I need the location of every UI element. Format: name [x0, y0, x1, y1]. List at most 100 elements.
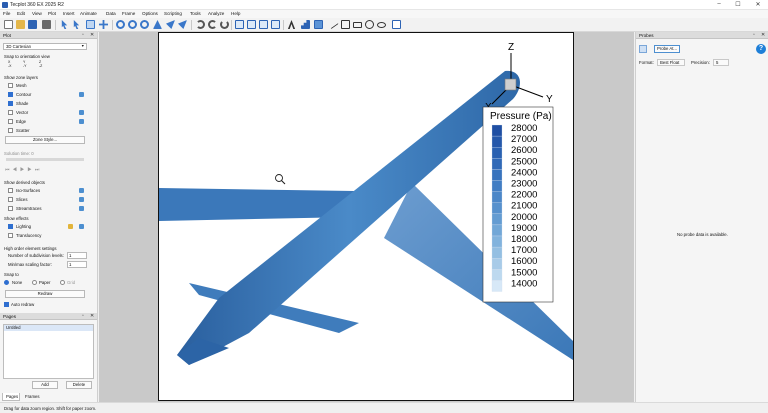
minimize-button[interactable]: – [712, 1, 726, 7]
lighting-checkbox[interactable] [8, 224, 13, 229]
slices-checkbox[interactable] [8, 197, 13, 202]
zoom-icon[interactable] [86, 20, 95, 29]
streamtraces-checkbox[interactable] [8, 206, 13, 211]
text-tool-icon[interactable] [287, 20, 296, 29]
line-icon[interactable] [328, 19, 339, 30]
translucency-checkbox[interactable] [8, 233, 13, 238]
slice-details-icon[interactable] [79, 197, 84, 202]
menu-file[interactable]: File [3, 11, 10, 16]
format-dropdown[interactable]: Best Float [657, 59, 685, 66]
vector-details-icon[interactable] [79, 110, 84, 115]
menu-tools[interactable]: Tools [190, 11, 201, 16]
circle-icon[interactable] [365, 20, 374, 29]
maximize-button[interactable]: ☐ [731, 1, 745, 8]
shade-checkbox[interactable] [8, 101, 13, 106]
tab-frames[interactable]: Frames [22, 393, 44, 401]
iso-details-icon[interactable] [79, 188, 84, 193]
contour-details-icon[interactable] [79, 92, 84, 97]
menu-data[interactable]: Data [106, 11, 116, 16]
orient-neg-x-button[interactable]: -X [8, 64, 12, 68]
rotate-right-icon[interactable] [208, 20, 217, 29]
add-page-button[interactable]: Add [32, 381, 58, 389]
open-folder-icon[interactable] [16, 20, 25, 29]
redraw-button[interactable]: Redraw [5, 290, 85, 298]
adjustor-icon[interactable] [73, 20, 80, 29]
stream-details-icon[interactable] [79, 206, 84, 211]
probe-at-button[interactable]: Probe At... [654, 45, 680, 53]
probe-icon[interactable] [639, 45, 647, 53]
menu-plot[interactable]: Plot [48, 11, 56, 16]
effects-details-icon[interactable] [79, 224, 84, 229]
delete-page-button[interactable]: Delete [66, 381, 92, 389]
auto-redraw-checkbox[interactable] [4, 302, 9, 307]
center-icon[interactable] [259, 20, 268, 29]
legend-level-label: 25000 [511, 156, 537, 167]
menu-help[interactable]: Help [231, 11, 240, 16]
mesh-checkbox[interactable] [8, 83, 13, 88]
menu-options[interactable]: Options [142, 11, 158, 16]
snap-none-radio[interactable] [4, 280, 9, 285]
menu-insert[interactable]: Insert [63, 11, 75, 16]
menu-view[interactable]: View [32, 11, 42, 16]
spherical-rotate-icon[interactable] [140, 20, 149, 29]
vector-checkbox[interactable] [8, 110, 13, 115]
pages-close-icon[interactable]: ✕ [90, 313, 94, 319]
save-icon[interactable] [28, 20, 37, 29]
plot-type-dropdown[interactable]: 3D Cartesian ▼ [3, 43, 87, 50]
solution-time-slider[interactable] [6, 158, 84, 161]
rotate-left-icon[interactable] [196, 20, 205, 29]
plot-frame[interactable]: Z Y X Pressure (Pa) 28000270002600025000… [158, 32, 574, 401]
float-icon[interactable]: ▫ [82, 32, 84, 38]
lighting-details-icon[interactable] [68, 224, 73, 229]
menu-frame[interactable]: Frame [122, 11, 135, 16]
iso-surfaces-checkbox[interactable] [8, 188, 13, 193]
new-file-icon[interactable] [4, 20, 13, 29]
fit-icon[interactable] [235, 20, 244, 29]
subdivision-input[interactable]: 1 [67, 252, 87, 259]
orient-neg-y-button[interactable]: -Y [23, 64, 27, 68]
print-icon[interactable] [42, 20, 51, 29]
plot-sidebar: Plot ▫ ✕ 3D Cartesian ▼ Snap to orientat… [0, 32, 98, 313]
probes-float-icon[interactable]: ▫ [753, 32, 755, 38]
probes-close-icon[interactable]: ✕ [761, 32, 765, 38]
list-item[interactable]: Untitled [4, 325, 93, 331]
menu-analyze[interactable]: Analyze [208, 11, 224, 16]
contour-icon[interactable] [314, 20, 323, 29]
rollerball-icon[interactable] [128, 20, 137, 29]
snap-grid-radio[interactable] [60, 280, 65, 285]
close-panel-icon[interactable]: ✕ [90, 32, 94, 38]
edge-checkbox[interactable] [8, 119, 13, 124]
tab-pages[interactable]: Pages [2, 393, 20, 401]
zoom-fit-icon[interactable] [247, 20, 256, 29]
rotate-icon[interactable] [116, 20, 125, 29]
scatter-checkbox[interactable] [8, 128, 13, 133]
precision-input[interactable]: 5 [713, 59, 729, 66]
select-arrow-icon[interactable] [61, 20, 68, 29]
menu-animate[interactable]: Animate [80, 11, 97, 16]
menu-edit[interactable]: Edit [17, 11, 25, 16]
square-icon[interactable] [353, 22, 362, 28]
extract-icon[interactable] [166, 20, 175, 29]
edge-details-icon[interactable] [79, 119, 84, 124]
rectangle-icon[interactable] [341, 20, 350, 29]
image-icon[interactable] [392, 20, 401, 29]
translate-icon[interactable] [99, 20, 108, 29]
snap-paper-label: Paper [39, 280, 51, 285]
geometry-icon[interactable] [301, 20, 310, 29]
redo-icon[interactable] [220, 20, 229, 29]
orient-neg-z-button[interactable]: -Z [39, 64, 42, 68]
playback-controls[interactable]: ⏮◀▶▶⏭ [5, 167, 42, 173]
twist-icon[interactable] [153, 20, 162, 29]
menu-scripting[interactable]: Scripting [164, 11, 182, 16]
scaling-input[interactable]: 1 [67, 261, 87, 268]
pages-float-icon[interactable]: ▫ [82, 313, 84, 319]
help-icon[interactable]: ? [756, 44, 766, 54]
contour-checkbox[interactable] [8, 92, 13, 97]
ellipse-icon[interactable] [377, 22, 386, 28]
view-data-icon[interactable] [271, 20, 280, 29]
fly-icon[interactable] [178, 20, 187, 29]
close-button[interactable]: ✕ [751, 1, 765, 8]
chevron-down-icon: ▼ [81, 44, 85, 48]
snap-paper-radio[interactable] [32, 280, 37, 285]
zone-style-button[interactable]: Zone Style... [5, 136, 85, 144]
